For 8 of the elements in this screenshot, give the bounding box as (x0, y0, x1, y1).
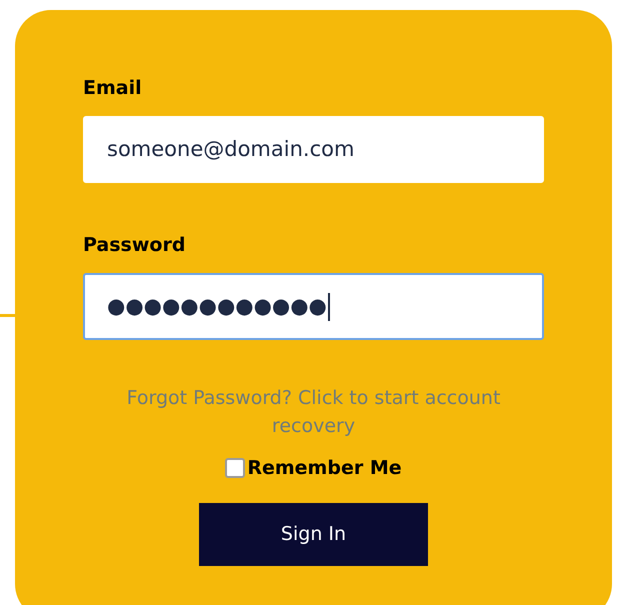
checkbox-label: Remember Me (247, 456, 402, 481)
checkbox[interactable] (225, 458, 246, 478)
sign-in-button[interactable]: Sign In (199, 502, 428, 566)
input-field[interactable]: someone@domain.com (83, 116, 544, 183)
field-label: Email (83, 76, 143, 100)
text-cursor (328, 292, 330, 320)
field-label: Password (83, 233, 186, 257)
input-field[interactable]: ●●●●●●●●●●●● (83, 273, 544, 340)
